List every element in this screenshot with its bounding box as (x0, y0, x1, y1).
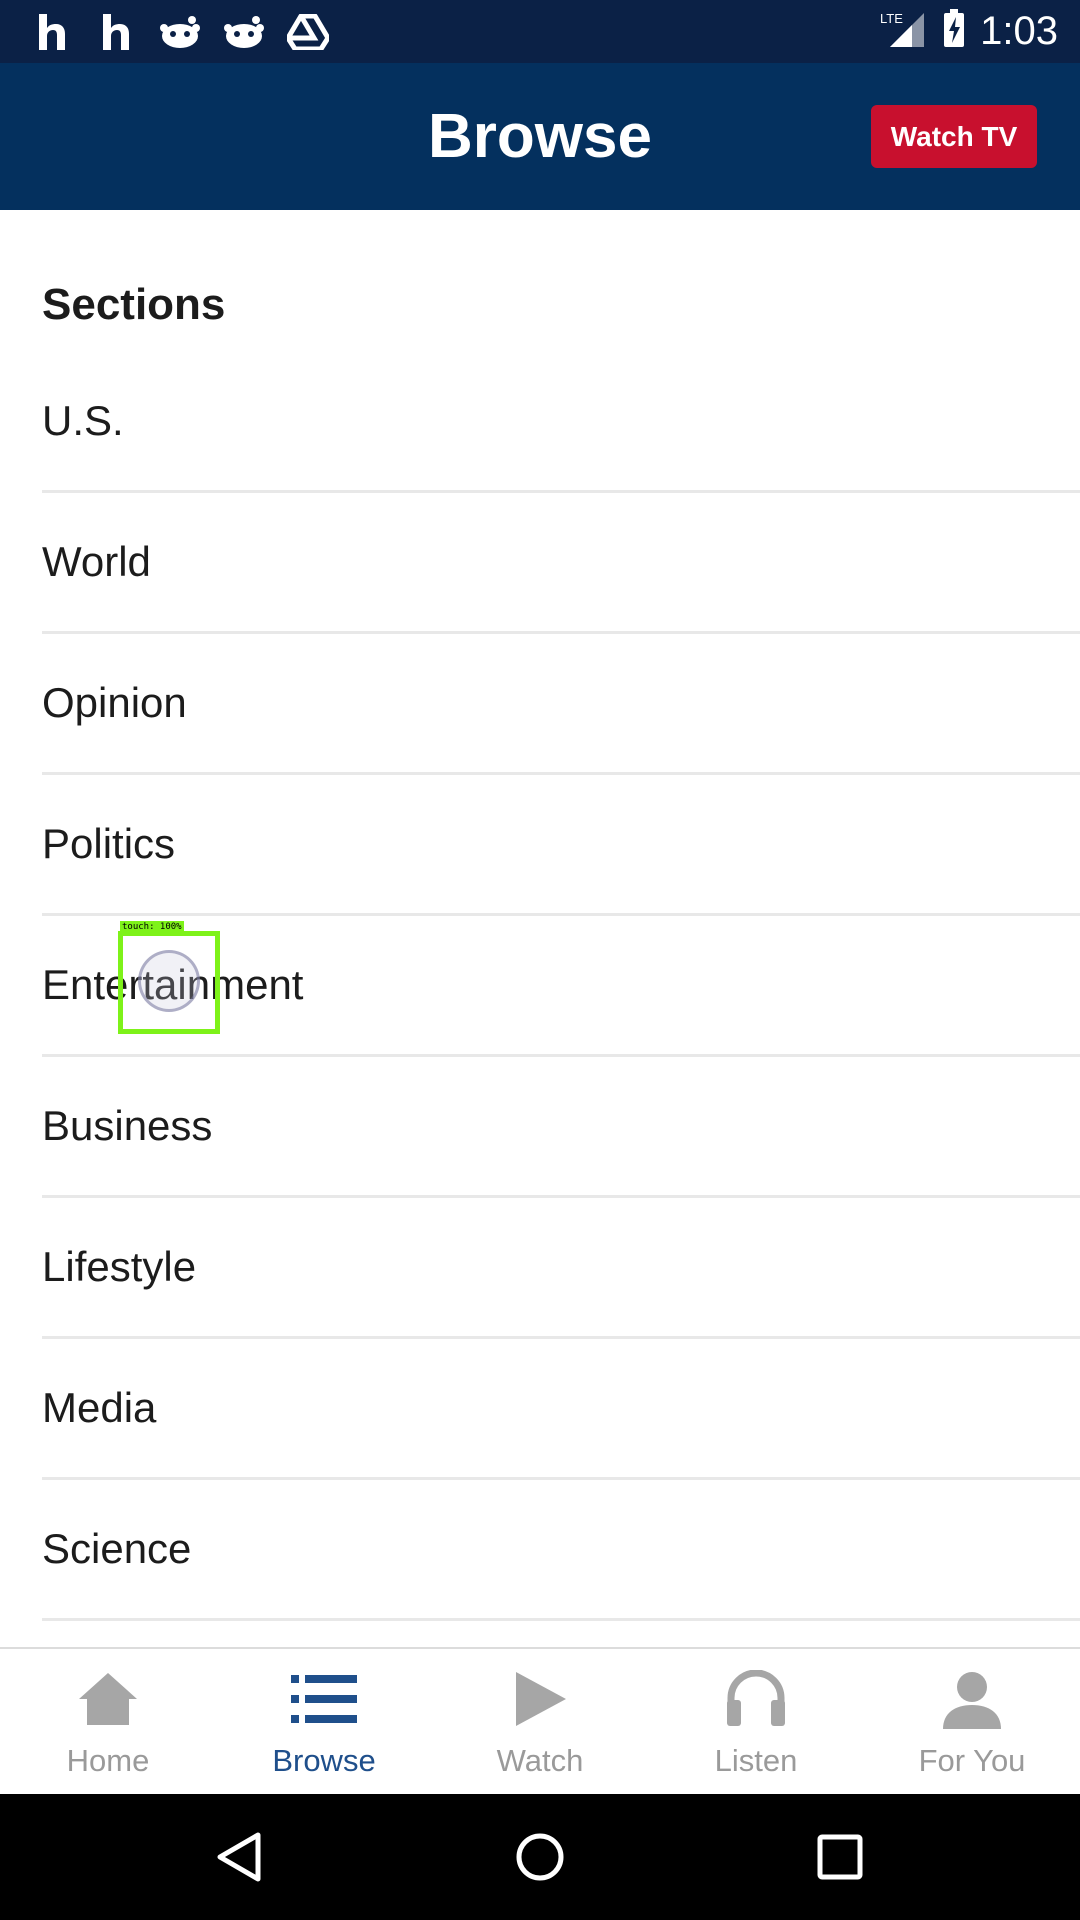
nav-home[interactable]: Home (0, 1649, 216, 1794)
section-item-science[interactable]: Science (42, 1480, 1080, 1621)
watch-tv-button[interactable]: Watch TV (871, 105, 1037, 168)
section-item-lifestyle[interactable]: Lifestyle (42, 1198, 1080, 1339)
recents-square-icon (817, 1834, 863, 1880)
sections-heading: Sections (42, 280, 226, 329)
headphones-icon (721, 1667, 791, 1731)
status-bar: LTE 1:03 (0, 0, 1080, 63)
notification-icons (30, 10, 330, 54)
h-icon (94, 10, 138, 54)
section-item-us[interactable]: U.S. (42, 352, 1080, 493)
nav-label: Browse (272, 1743, 376, 1778)
nav-label: Watch (496, 1743, 584, 1778)
person-icon (937, 1667, 1007, 1731)
reddit-icon (158, 10, 202, 54)
reddit-icon (222, 10, 266, 54)
bottom-nav: Home Browse Watch Listen For You (0, 1647, 1080, 1794)
recents-button[interactable] (690, 1834, 990, 1880)
section-label: Opinion (42, 679, 187, 726)
play-icon (505, 1667, 575, 1731)
home-circle-icon (516, 1833, 564, 1881)
lte-signal-icon: LTE (880, 9, 928, 54)
nav-browse[interactable]: Browse (216, 1649, 432, 1794)
section-item-business[interactable]: Business (42, 1057, 1080, 1198)
home-system-button[interactable] (390, 1832, 690, 1882)
nav-listen[interactable]: Listen (648, 1649, 864, 1794)
section-label: Media (42, 1384, 157, 1431)
section-label: World (42, 538, 151, 585)
section-label: Business (42, 1102, 213, 1149)
status-right: LTE 1:03 (880, 9, 1058, 54)
list-icon (289, 1667, 359, 1731)
home-icon (73, 1667, 143, 1731)
page-title: Browse (428, 102, 652, 171)
section-item-world[interactable]: World (42, 493, 1080, 634)
nav-for-you[interactable]: For You (864, 1649, 1080, 1794)
section-label: Politics (42, 820, 176, 867)
back-triangle-icon (217, 1832, 261, 1882)
app-bar: Browse Watch TV (0, 63, 1080, 210)
h-icon (30, 10, 74, 54)
drive-icon (286, 10, 330, 54)
network-label: LTE (880, 11, 903, 26)
section-item-media[interactable]: Media (42, 1339, 1080, 1480)
nav-label: Home (66, 1743, 150, 1778)
section-label: U.S. (42, 397, 124, 444)
battery-icon (942, 9, 966, 54)
touch-indicator-circle (138, 950, 200, 1012)
back-button[interactable] (90, 1831, 390, 1883)
system-nav-bar (0, 1794, 1080, 1920)
section-item-opinion[interactable]: Opinion (42, 634, 1080, 775)
clock: 1:03 (980, 9, 1058, 53)
nav-watch[interactable]: Watch (432, 1649, 648, 1794)
nav-label: Listen (714, 1743, 798, 1778)
section-item-politics[interactable]: Politics (42, 775, 1080, 916)
section-label: Science (42, 1525, 192, 1572)
nav-label: For You (918, 1743, 1026, 1778)
section-label: Lifestyle (42, 1243, 197, 1290)
